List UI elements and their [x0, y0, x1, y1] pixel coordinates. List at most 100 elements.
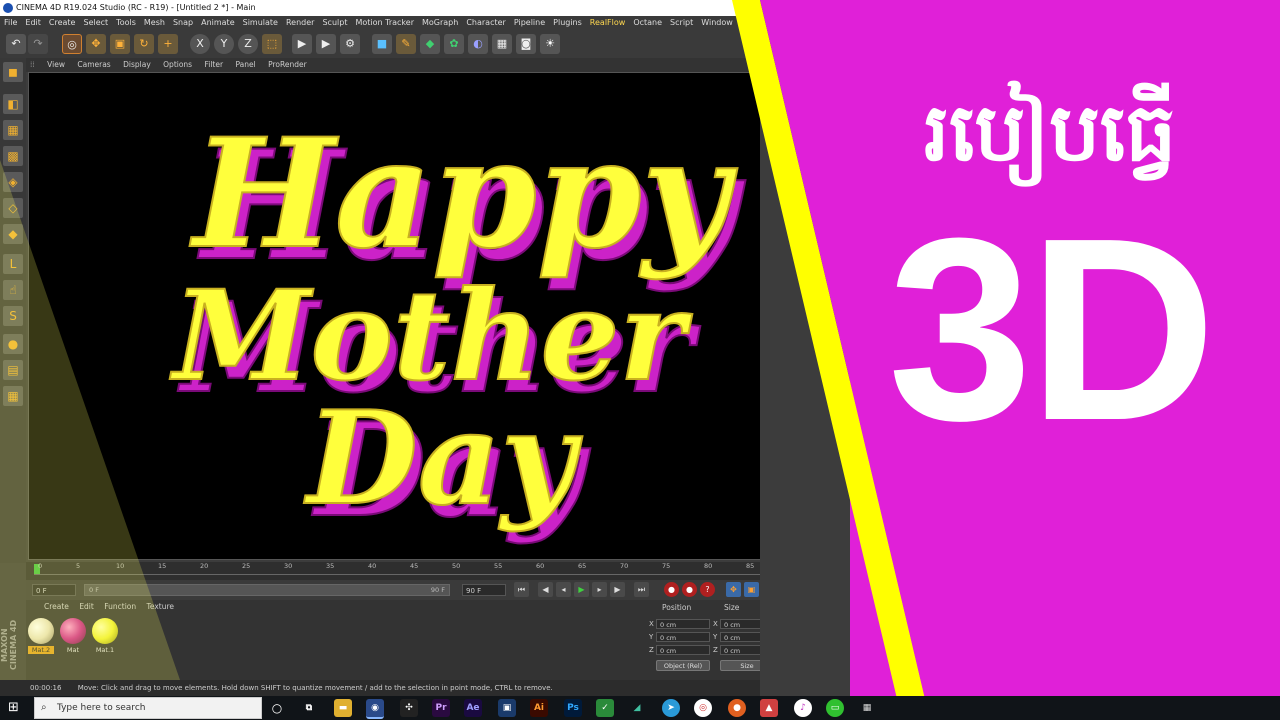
record-position-icon[interactable]: ✥	[726, 582, 741, 597]
menu-help[interactable]: Help	[737, 16, 763, 30]
premiere-pro-icon[interactable]: Pr	[432, 699, 450, 717]
app-icon[interactable]: ▲	[760, 699, 778, 717]
next-key-icon[interactable]: ▶	[610, 582, 625, 597]
cloner-icon[interactable]: ✿	[444, 34, 464, 54]
previous-key-icon[interactable]: ◀	[538, 582, 553, 597]
subdivision-icon[interactable]: ◆	[420, 34, 440, 54]
rotation-b-field[interactable]: 0 °	[786, 645, 840, 655]
menu-file[interactable]: File	[0, 16, 21, 30]
z-axis-lock-icon[interactable]: Z	[238, 34, 258, 54]
line-icon[interactable]: ▭	[826, 699, 844, 717]
next-frame-icon[interactable]: ▸	[592, 582, 607, 597]
rotate-tool-icon[interactable]: ↻	[134, 34, 154, 54]
after-effects-icon[interactable]: Ae	[464, 699, 482, 717]
menu-motion-tracker[interactable]: Motion Tracker	[351, 16, 418, 30]
cortana-icon[interactable]: ○	[268, 699, 286, 717]
mat-menu-texture[interactable]: Texture	[147, 602, 174, 611]
menu-mesh[interactable]: Mesh	[140, 16, 169, 30]
3d-viewport[interactable]: Happy Happy Mother Mother Day Day	[28, 72, 845, 560]
menu-character[interactable]: Character	[462, 16, 510, 30]
mat-menu-function[interactable]: Function	[104, 602, 136, 611]
mat-menu-edit[interactable]: Edit	[79, 602, 94, 611]
menu-snap[interactable]: Snap	[169, 16, 197, 30]
texture-mode-icon[interactable]: ▦	[3, 120, 23, 140]
render-settings-icon[interactable]: ⚙	[340, 34, 360, 54]
firefox-icon[interactable]: ●	[728, 699, 746, 717]
add-tool-icon[interactable]: +	[158, 34, 178, 54]
start-frame-field[interactable]: 0 F	[32, 584, 76, 596]
render-picture-viewer-icon[interactable]: ▶	[316, 34, 336, 54]
apply-button[interactable]: Apply	[786, 660, 840, 671]
size-z-field[interactable]: 0 cm	[720, 645, 774, 655]
position-y-field[interactable]: 0 cm	[656, 632, 710, 642]
current-frame-field[interactable]: 0 F	[800, 565, 844, 577]
size-y-field[interactable]: 0 cm	[720, 632, 774, 642]
menu-octane[interactable]: Octane	[629, 16, 666, 30]
position-x-field[interactable]: 0 cm	[656, 619, 710, 629]
vp-menu-cameras[interactable]: Cameras	[77, 60, 110, 69]
position-z-field[interactable]: 0 cm	[656, 645, 710, 655]
menu-create[interactable]: Create	[45, 16, 80, 30]
cinema4d-taskbar-icon[interactable]: ◉	[366, 699, 384, 719]
taskbar-search-box[interactable]: ⌕ Type here to search	[34, 697, 262, 719]
vp-menu-view[interactable]: View	[47, 60, 65, 69]
scale-tool-icon[interactable]: ▣	[110, 34, 130, 54]
task-view-icon[interactable]: ⧉	[300, 699, 318, 717]
size-x-field[interactable]: 0 cm	[720, 619, 774, 629]
axis-mode-icon[interactable]: L	[3, 254, 23, 274]
material-swatch[interactable]: Mat	[60, 618, 86, 654]
tweak-mode-icon[interactable]: ☝	[3, 280, 23, 300]
range-slider[interactable]: 0 F 90 F	[84, 584, 450, 596]
deformer-icon[interactable]: ◐	[468, 34, 488, 54]
material-swatch[interactable]: Mat.2	[28, 618, 54, 654]
material-swatch[interactable]: Mat.1	[92, 618, 118, 654]
app-icon[interactable]: ▣	[498, 699, 516, 717]
menu-plugins[interactable]: Plugins	[549, 16, 586, 30]
calculator-icon[interactable]: ▦	[858, 699, 876, 717]
record-parameter-icon[interactable]: P	[780, 582, 795, 597]
menu-script[interactable]: Script	[666, 16, 697, 30]
end-frame-field[interactable]: 90 F	[462, 584, 506, 596]
keyframe-selection-icon[interactable]: ?	[700, 582, 715, 597]
record-point-level-icon[interactable]: ▦	[798, 582, 813, 597]
app-icon[interactable]: ✓	[596, 699, 614, 717]
autokeying-icon[interactable]: ●	[682, 582, 697, 597]
coordinate-system-icon[interactable]: ⬚	[262, 34, 282, 54]
polygons-mode-icon[interactable]: ◆	[3, 224, 23, 244]
mat-menu-create[interactable]: Create	[44, 602, 69, 611]
vp-menu-panel[interactable]: Panel	[235, 60, 255, 69]
camera-icon[interactable]: ◙	[516, 34, 536, 54]
grid-icon[interactable]: ▦	[3, 386, 23, 406]
menu-simulate[interactable]: Simulate	[239, 16, 282, 30]
menu-realflow[interactable]: RealFlow	[586, 16, 630, 30]
vp-menu-filter[interactable]: Filter	[205, 60, 224, 69]
app-icon[interactable]: ◢	[628, 699, 646, 717]
photoshop-icon[interactable]: Ps	[564, 699, 582, 717]
record-keys-icon[interactable]: ●	[664, 582, 679, 597]
menu-render[interactable]: Render	[282, 16, 318, 30]
previous-frame-icon[interactable]: ◂	[556, 582, 571, 597]
menu-select[interactable]: Select	[79, 16, 112, 30]
menu-mograph[interactable]: MoGraph	[418, 16, 462, 30]
windows-start-icon[interactable]: ⊞	[8, 701, 22, 715]
undo-icon[interactable]: ↶	[6, 34, 26, 54]
record-scale-icon[interactable]: ▣	[744, 582, 759, 597]
sculpt-icon[interactable]: ●	[3, 334, 23, 354]
menu-sculpt[interactable]: Sculpt	[318, 16, 351, 30]
move-tool-icon[interactable]: ✥	[86, 34, 106, 54]
menu-edit[interactable]: Edit	[21, 16, 45, 30]
points-mode-icon[interactable]: ◈	[3, 172, 23, 192]
edges-mode-icon[interactable]: ◇	[3, 198, 23, 218]
menu-animate[interactable]: Animate	[197, 16, 239, 30]
vp-menu-display[interactable]: Display	[123, 60, 151, 69]
model-mode-icon[interactable]: ◧	[3, 94, 23, 114]
cube-object-icon[interactable]: ■	[372, 34, 392, 54]
vp-menu-prorender[interactable]: ProRender	[268, 60, 307, 69]
itunes-icon[interactable]: ♪	[794, 699, 812, 717]
render-view-icon[interactable]: ▶	[292, 34, 312, 54]
pen-spline-icon[interactable]: ✎	[396, 34, 416, 54]
rotation-h-field[interactable]: 0 °	[786, 619, 840, 629]
light-icon[interactable]: ☀	[540, 34, 560, 54]
play-forward-icon[interactable]: ▶	[574, 582, 589, 597]
snap-icon[interactable]: S	[3, 306, 23, 326]
